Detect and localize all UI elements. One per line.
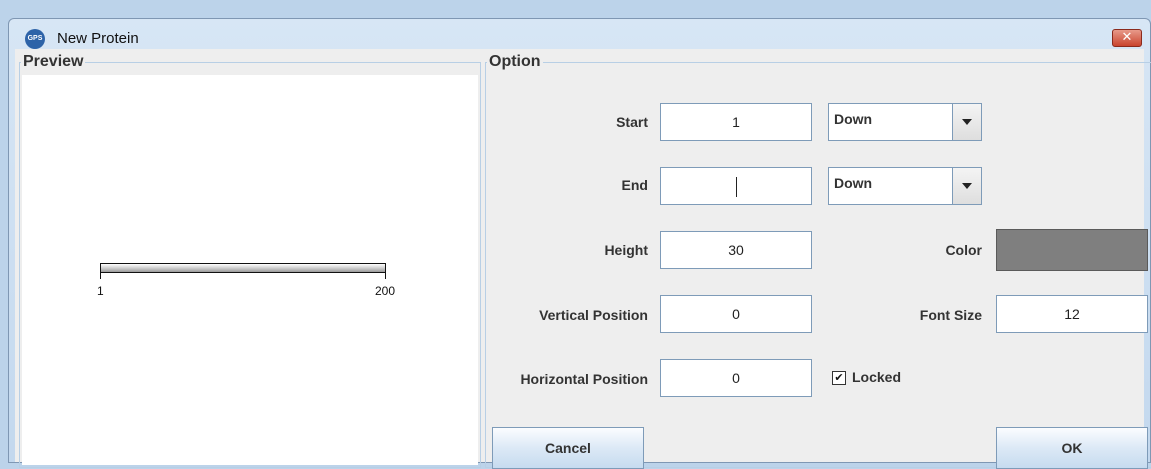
font-size-label: Font Size [919, 307, 982, 323]
window-title: New Protein [57, 30, 139, 47]
horizontal-position-label: Horizontal Position [520, 371, 648, 387]
close-button[interactable]: ✕ [1112, 29, 1142, 47]
option-panel: Option Start 1 Down End Down Height 30 C… [485, 53, 1151, 469]
app-logo-icon: GPS [25, 29, 45, 49]
protein-bar[interactable] [100, 263, 386, 273]
text-caret [736, 177, 737, 197]
dialog-window: GPS New Protein ✕ Preview 1 200 Option S… [8, 18, 1151, 469]
end-direction-select[interactable]: Down [828, 167, 982, 205]
locked-label[interactable]: Locked [852, 369, 901, 385]
preview-canvas: 1 200 [22, 75, 478, 465]
start-position-label: 1 [97, 284, 104, 298]
vertical-position-input[interactable]: 0 [660, 295, 812, 333]
start-label: Start [616, 114, 648, 130]
horizontal-position-input[interactable]: 0 [660, 359, 812, 397]
end-tick [385, 273, 386, 279]
color-picker-button[interactable] [996, 229, 1148, 271]
end-label: End [621, 177, 648, 193]
preview-panel: Preview 1 200 [19, 53, 481, 468]
vertical-position-label: Vertical Position [539, 307, 648, 323]
start-tick [100, 273, 101, 279]
height-label: Height [604, 242, 648, 258]
font-size-input[interactable]: 12 [996, 295, 1148, 333]
end-direction-value: Down [834, 175, 873, 191]
start-direction-select[interactable]: Down [828, 103, 982, 141]
start-input[interactable]: 1 [660, 103, 812, 141]
chevron-down-icon[interactable] [952, 104, 981, 140]
locked-checkbox[interactable]: ✔ [832, 371, 846, 385]
chevron-down-icon[interactable] [952, 168, 981, 204]
dialog-content: Preview 1 200 Option Start 1 Down End Do… [15, 49, 1151, 469]
start-direction-value: Down [834, 111, 873, 127]
height-input[interactable]: 30 [660, 231, 812, 269]
title-bar[interactable]: GPS New Protein ✕ [9, 19, 1150, 49]
preview-legend: Preview [23, 53, 84, 70]
color-label: Color [945, 242, 982, 258]
option-legend: Option [489, 53, 541, 70]
end-position-label: 200 [375, 284, 396, 298]
end-input[interactable] [660, 167, 812, 205]
